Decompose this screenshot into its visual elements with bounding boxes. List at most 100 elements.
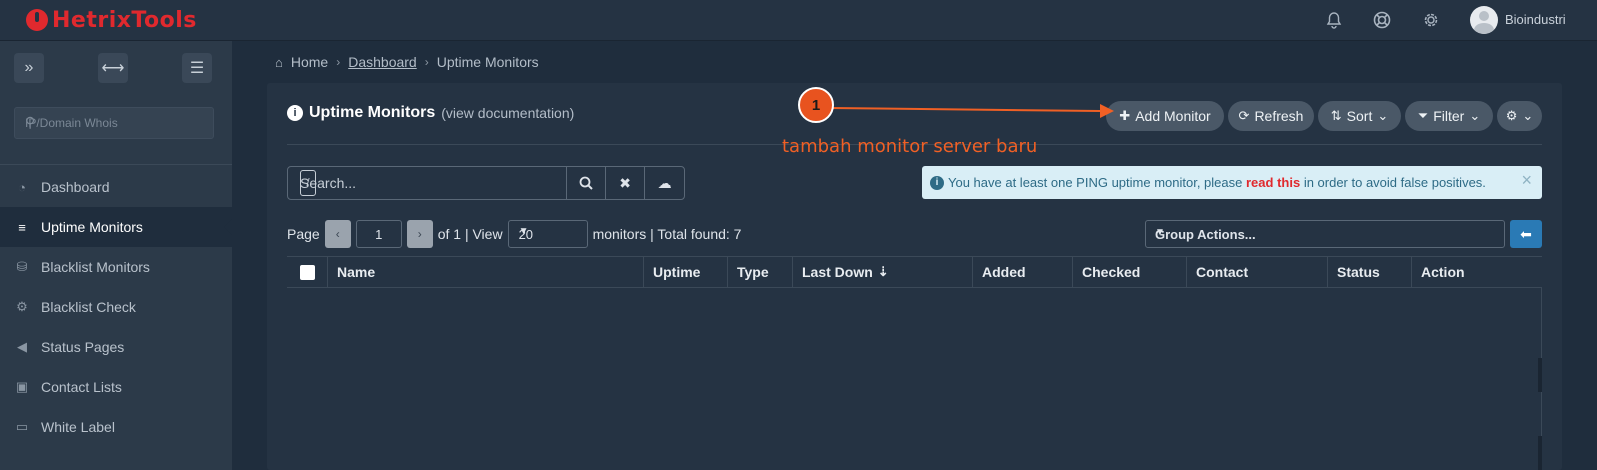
- gear-icon: ⚙: [1505, 108, 1518, 123]
- power-logo-icon: [26, 9, 48, 31]
- table-scroll-indicator: [1538, 358, 1542, 392]
- view-documentation-link[interactable]: view documentation: [446, 105, 570, 121]
- sidebar-item-status-pages[interactable]: ◀ Status Pages: [0, 327, 232, 367]
- whois-search-input[interactable]: IP/Domain Whois ⚲: [14, 107, 214, 139]
- page-number-input[interactable]: 1: [355, 220, 402, 248]
- logo-text: HetrixTools: [52, 7, 197, 33]
- group-actions-select[interactable]: Group Actions... ▼: [1145, 220, 1505, 248]
- chevron-down-icon: ▼: [518, 226, 529, 237]
- refresh-icon: ⟳: [1238, 108, 1250, 123]
- search-icon[interactable]: ⚲: [25, 114, 205, 131]
- total-summary: monitors | Total found: 7: [592, 226, 742, 242]
- top-bar: HetrixTools Bioindustri: [0, 0, 1597, 41]
- settings-dropdown-button[interactable]: ⚙ ⌄: [1497, 101, 1542, 131]
- select-all-checkbox-cell: [287, 257, 327, 287]
- arrow-left-icon: ⬅: [1520, 225, 1532, 242]
- column-header-status[interactable]: Status: [1327, 257, 1411, 287]
- refresh-label: Refresh: [1254, 108, 1304, 124]
- breadcrumb: ⌂ Home › Dashboard › Uptime Monitors: [275, 52, 539, 72]
- read-this-link[interactable]: read this: [1246, 175, 1300, 190]
- chevron-down-icon: ⌄: [1469, 108, 1481, 123]
- sidebar-item-dashboard[interactable]: ◔ Dashboard: [0, 167, 232, 207]
- filter-button[interactable]: ⏷ Filter ⌄: [1405, 101, 1493, 131]
- close-icon[interactable]: ×: [1521, 170, 1532, 191]
- cloud-icon: ☁: [657, 174, 672, 191]
- filter-icon: ⏷: [1417, 108, 1429, 123]
- sidebar-item-label: White Label: [41, 419, 115, 435]
- cloud-search-button[interactable]: ☁: [645, 167, 684, 199]
- sidebar-item-label: Blacklist Monitors: [41, 259, 150, 275]
- column-header-uptime[interactable]: Uptime: [643, 257, 727, 287]
- ping-warning-alert: i You have at least one PING uptime moni…: [922, 166, 1542, 199]
- documentation-link-wrapper: (view documentation): [441, 105, 575, 121]
- close-icon: ✖: [619, 174, 632, 191]
- server-icon: ≡: [18, 219, 26, 235]
- horizontal-resize-icon[interactable]: ⟷: [98, 53, 128, 83]
- search-button[interactable]: [567, 167, 607, 199]
- clear-search-button[interactable]: ✖: [606, 167, 646, 199]
- hamburger-menu-icon[interactable]: ☰: [182, 53, 212, 83]
- sort-icon: ⇅: [1330, 108, 1342, 123]
- info-icon: i: [287, 105, 303, 121]
- page-title-text: Uptime Monitors: [309, 104, 436, 121]
- next-page-button[interactable]: ›: [406, 220, 433, 248]
- sidebar-item-label: Uptime Monitors: [41, 219, 143, 235]
- sidebar-item-label: Contact Lists: [41, 379, 122, 395]
- breadcrumb-current: Uptime Monitors: [436, 54, 539, 70]
- sidebar-divider: [0, 164, 232, 165]
- column-header-action: Action: [1411, 257, 1542, 287]
- avatar[interactable]: [1470, 6, 1498, 34]
- add-monitor-button[interactable]: ✚ Add Monitor: [1106, 101, 1224, 131]
- sidebar-item-white-label[interactable]: ▭ White Label: [0, 407, 232, 447]
- sort-desc-icon: ⇣: [877, 264, 889, 279]
- bell-icon[interactable]: [1324, 10, 1344, 30]
- breadcrumb-home[interactable]: Home: [291, 54, 328, 70]
- per-page-select[interactable]: 20 ▼: [507, 220, 588, 248]
- database-icon: ⛁: [16, 259, 28, 274]
- alert-text-before: You have at least one PING uptime monito…: [948, 175, 1243, 190]
- sidebar-item-uptime-monitors[interactable]: ≡ Uptime Monitors: [0, 207, 232, 247]
- monitor-search-group: Search... / ✖ ☁: [287, 166, 685, 200]
- chevron-down-icon: ▼: [1155, 227, 1165, 238]
- search-input[interactable]: Search... /: [288, 167, 568, 199]
- select-all-checkbox[interactable]: [300, 264, 315, 280]
- annotation-caption: tambah monitor server baru: [782, 136, 1038, 157]
- table-scroll-indicator: [1538, 436, 1542, 470]
- contact-book-icon: ▣: [15, 379, 29, 394]
- sort-label: Sort: [1346, 108, 1373, 124]
- column-header-type[interactable]: Type: [727, 257, 792, 287]
- alert-text-after: in order to avoid false positives.: [1303, 175, 1486, 190]
- lifebuoy-icon[interactable]: [1372, 10, 1392, 30]
- column-header-last-down-label: Last Down: [802, 264, 873, 280]
- sort-button[interactable]: ⇅ Sort ⌄: [1318, 101, 1401, 131]
- sidebar-item-contact-lists[interactable]: ▣ Contact Lists: [0, 367, 232, 407]
- pagination: Page ‹ 1 › of 1 | View 20 ▼ monitors | T…: [287, 220, 741, 248]
- username[interactable]: Bioindustri: [1505, 12, 1566, 27]
- bullhorn-icon: ◀: [17, 339, 27, 354]
- apply-group-action-button[interactable]: ⬅: [1510, 220, 1542, 248]
- breadcrumb-separator: ›: [336, 55, 341, 69]
- search-shortcut-badge: /: [300, 170, 316, 196]
- breadcrumb-dashboard[interactable]: Dashboard: [348, 54, 417, 70]
- logo[interactable]: HetrixTools: [26, 4, 197, 36]
- gear-icon[interactable]: [1421, 10, 1441, 30]
- plus-icon: ✚: [1119, 108, 1131, 123]
- cogs-icon: ⚙: [16, 299, 28, 314]
- column-header-last-down[interactable]: Last Down ⇣: [792, 257, 972, 287]
- sidebar-item-blacklist-monitors[interactable]: ⛁ Blacklist Monitors: [0, 247, 232, 287]
- column-header-contact[interactable]: Contact: [1186, 257, 1327, 287]
- refresh-button[interactable]: ⟳ Refresh: [1228, 101, 1314, 131]
- previous-page-button[interactable]: ‹: [324, 220, 351, 248]
- add-monitor-label: Add Monitor: [1135, 108, 1211, 124]
- chevron-down-icon: ⌄: [1377, 108, 1389, 123]
- column-header-name[interactable]: Name: [327, 257, 643, 287]
- sidebar-item-label: Blacklist Check: [41, 299, 136, 315]
- sidebar: » ⟷ ☰ IP/Domain Whois ⚲ ◔ Dashboard ≡ Up…: [0, 41, 232, 470]
- info-icon: i: [930, 175, 944, 190]
- column-header-checked[interactable]: Checked: [1072, 257, 1186, 287]
- breadcrumb-separator: ›: [424, 55, 429, 69]
- double-chevron-right-icon[interactable]: »: [14, 53, 44, 83]
- column-header-added[interactable]: Added: [972, 257, 1072, 287]
- page-of-text: of 1 | View: [437, 226, 503, 242]
- sidebar-item-blacklist-check[interactable]: ⚙ Blacklist Check: [0, 287, 232, 327]
